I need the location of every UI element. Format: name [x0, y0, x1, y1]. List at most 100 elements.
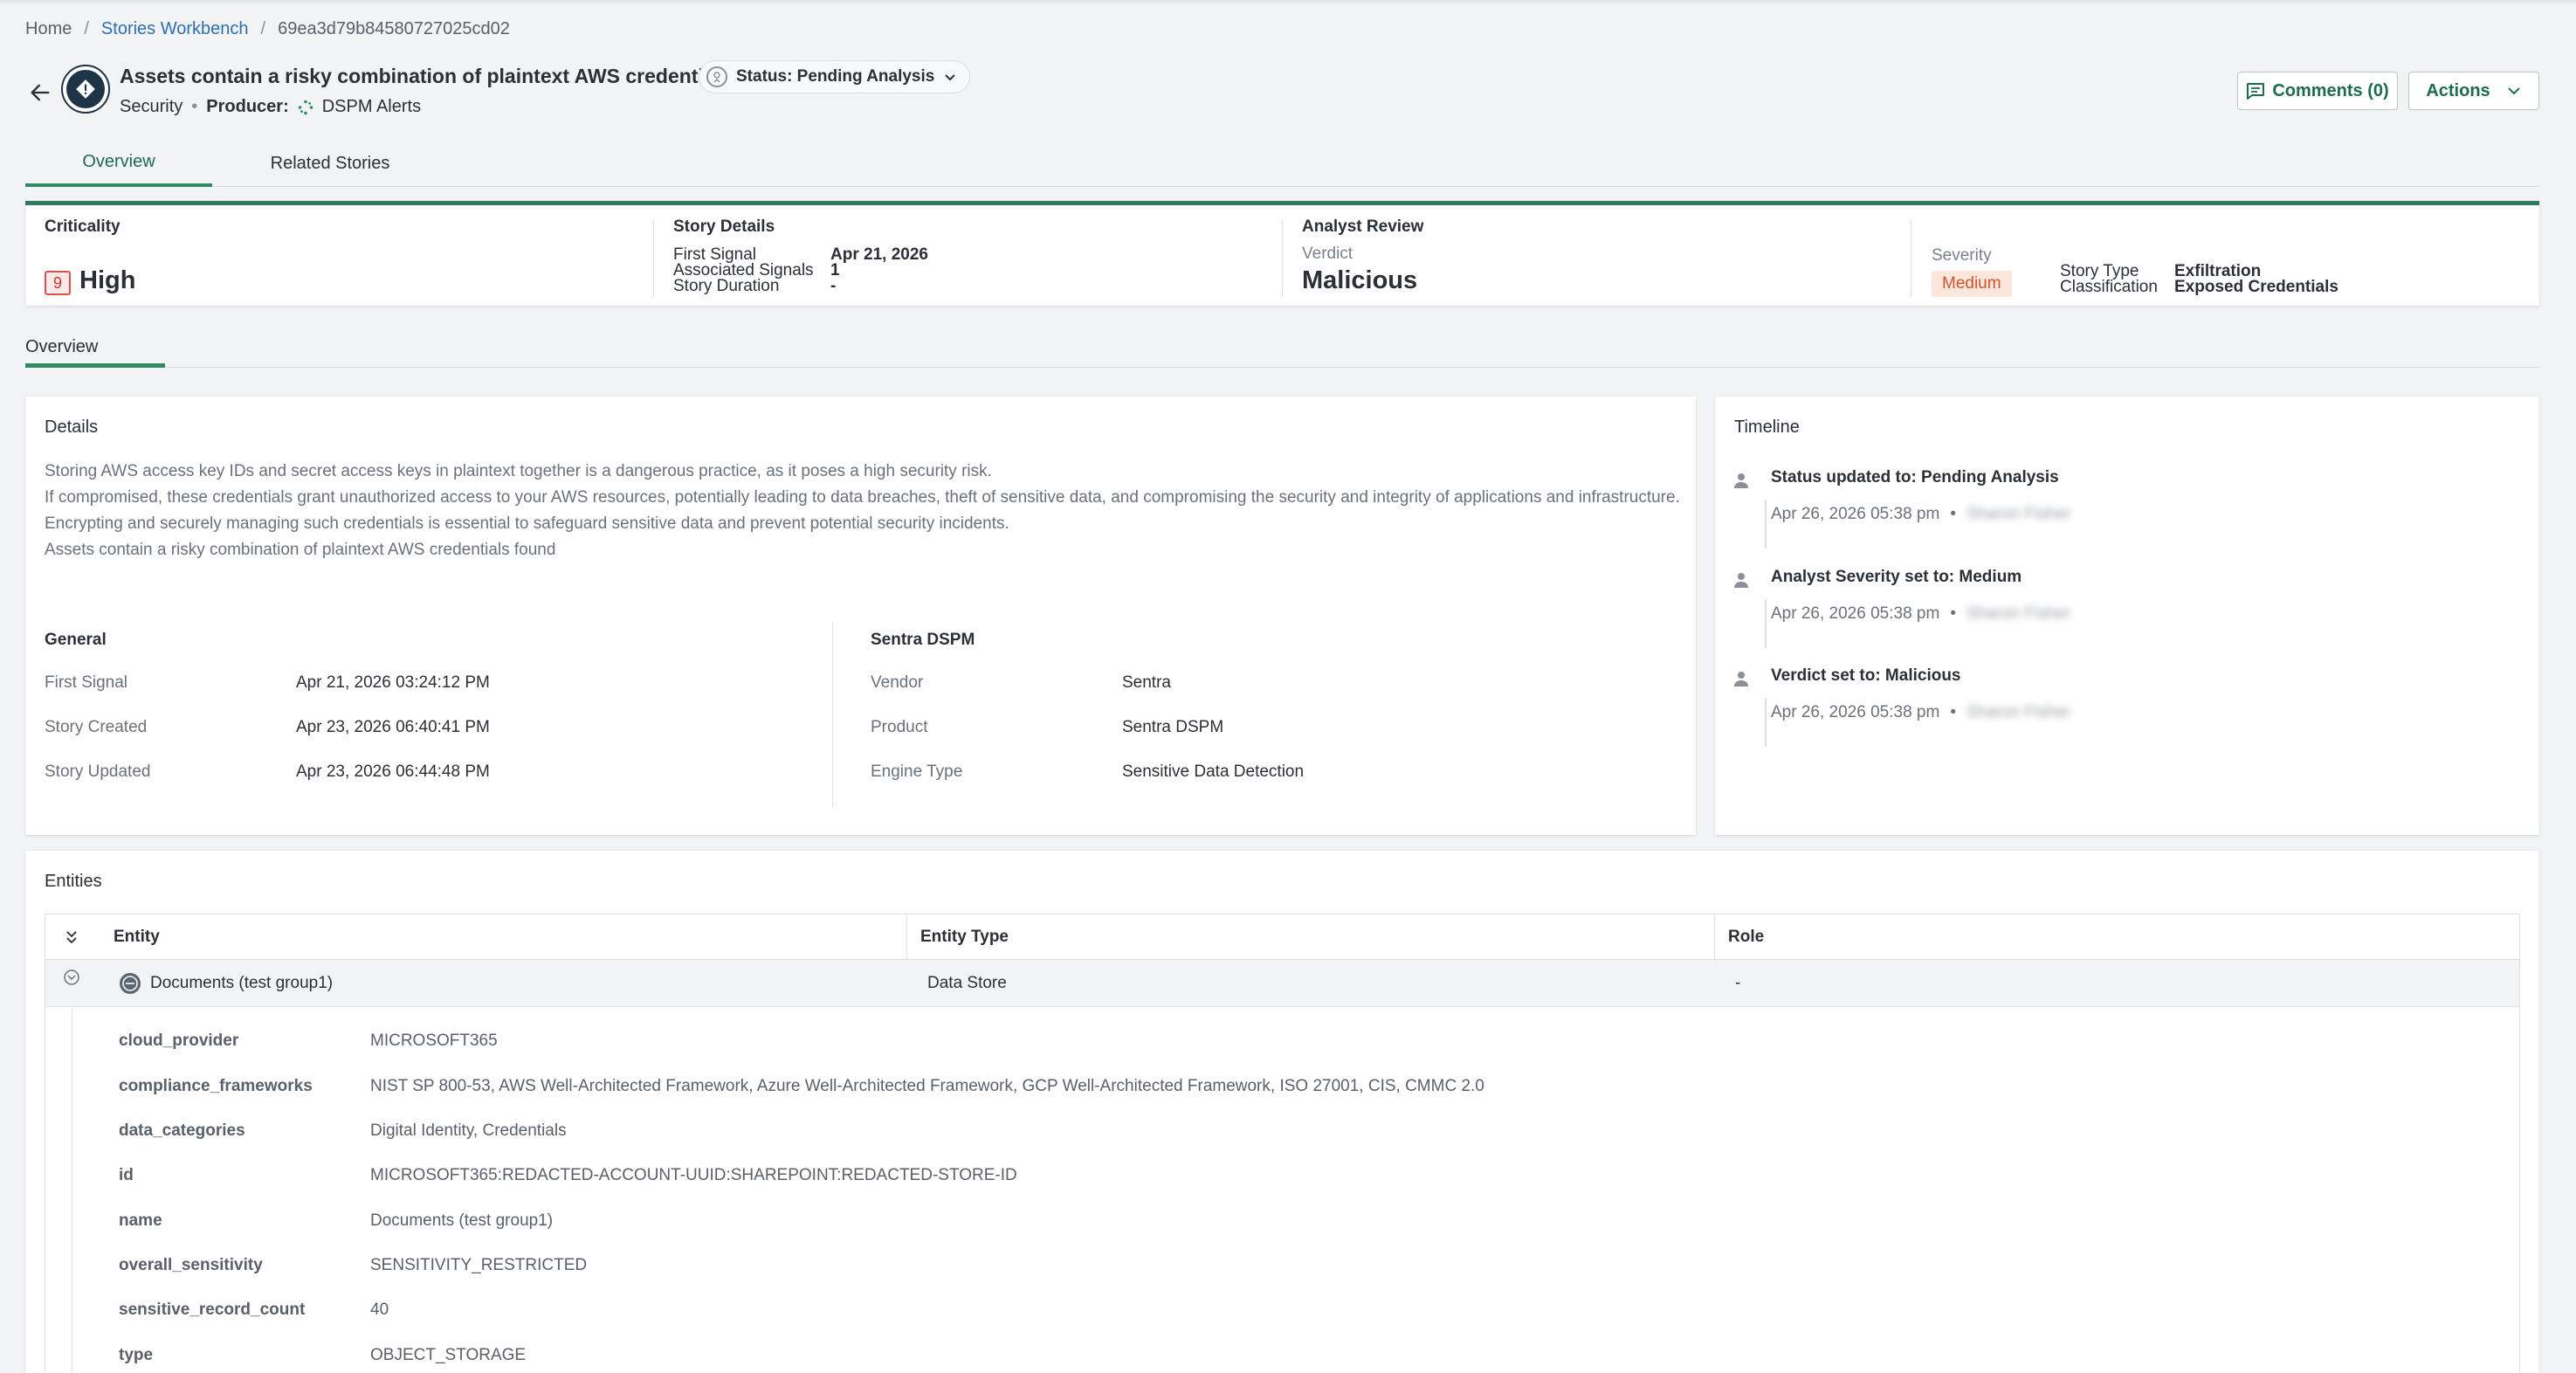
timeline-line — [1765, 698, 1767, 747]
vendor-row-value: Sensitive Data Detection — [1122, 762, 1305, 781]
severity-badge: Medium — [1932, 271, 2012, 297]
timeline-item-title: Status updated to: Pending Analysis — [1771, 468, 2059, 486]
timeline-item-user: Sharon Fisher — [1966, 505, 2071, 523]
actions-button-label: Actions — [2426, 80, 2490, 100]
divider — [832, 622, 833, 807]
actions-button[interactable]: Actions — [2408, 72, 2539, 110]
subtab-overview[interactable]: Overview — [25, 332, 165, 368]
chevron-down-icon — [945, 74, 956, 81]
data-store-icon — [120, 973, 141, 994]
general-row-label: Story Updated — [45, 762, 151, 781]
general-row-label: Story Created — [45, 718, 148, 736]
entity-cell: Documents (test group1) — [119, 960, 333, 1007]
spinner-icon — [298, 100, 313, 114]
vendor-section-heading: Sentra DSPM — [871, 631, 975, 649]
analyst-review-heading: Analyst Review — [1302, 217, 1424, 236]
story-details-heading: Story Details — [673, 217, 775, 236]
timeline-item-user: Sharon Fisher — [1966, 604, 2071, 623]
details-paragraph: If compromised, these credentials grant … — [45, 488, 1680, 507]
column-header-role[interactable]: Role — [1728, 914, 1764, 960]
timeline-item-title: Analyst Severity set to: Medium — [1771, 568, 2022, 586]
entity-type-cell: Data Store — [927, 974, 1007, 992]
alert-diamond-icon — [61, 65, 110, 114]
attribute-value: NIST SP 800-53, AWS Well-Architected Fra… — [370, 1077, 1484, 1095]
main-tabs: Overview Related Stories — [25, 140, 2539, 187]
attribute-key: sensitive_record_count — [119, 1301, 306, 1319]
separator-dot: • — [191, 97, 198, 116]
verdict-value: Malicious — [1302, 266, 1418, 294]
top-shadow — [0, 0, 2576, 5]
entities-heading: Entities — [45, 872, 102, 891]
classification-label: Classification — [2060, 278, 2158, 296]
attribute-value: MICROSOFT365:REDACTED-ACCOUNT-UUID:SHARE… — [370, 1166, 1017, 1184]
timeline-separator: • — [1950, 703, 1956, 721]
attribute-value: OBJECT_STORAGE — [370, 1346, 527, 1364]
details-card: Details Storing AWS access key IDs and s… — [25, 397, 1696, 835]
attribute-key: cloud_provider — [119, 1031, 239, 1050]
story-duration-value: - — [830, 277, 837, 295]
attribute-value: 40 — [370, 1301, 389, 1319]
timeline-item-user: Sharon Fisher — [1966, 703, 2071, 721]
timeline-item-meta: Apr 26, 2026 05:38 pm • Sharon Fisher — [1771, 703, 2070, 722]
attribute-key: compliance_frameworks — [119, 1077, 313, 1095]
category-label: Security — [120, 97, 183, 116]
timeline-item-title: Verdict set to: Malicious — [1771, 666, 1961, 685]
breadcrumb-separator: / — [84, 19, 89, 38]
timeline-item-time: Apr 26, 2026 05:38 pm — [1771, 604, 1940, 623]
user-icon — [1734, 672, 1748, 686]
criticality-value: High — [79, 266, 136, 294]
summary-card: Criticality 9 High Story Details First S… — [25, 201, 2539, 306]
table-row[interactable]: Documents (test group1) Data Store - — [45, 960, 2519, 1007]
vendor-row-label: Vendor — [871, 673, 924, 692]
timeline-line — [1765, 500, 1767, 549]
comments-button[interactable]: Comments (0) — [2237, 72, 2398, 110]
breadcrumb-separator: / — [260, 19, 266, 38]
attribute-value: MICROSOFT365 — [370, 1031, 498, 1050]
details-paragraph: Assets contain a risky combination of pl… — [45, 541, 556, 559]
table-header: Entity Entity Type Role — [45, 914, 2519, 960]
breadcrumb-stories-workbench[interactable]: Stories Workbench — [101, 19, 249, 39]
user-icon — [1734, 573, 1748, 588]
vendor-row-value: Sentra — [1122, 673, 1171, 692]
timeline-line — [1765, 599, 1767, 648]
chevron-circle-icon[interactable] — [63, 969, 80, 986]
divider — [653, 221, 654, 298]
status-dropdown[interactable]: Status: Pending Analysis — [699, 60, 971, 93]
breadcrumb-home[interactable]: Home — [25, 19, 72, 39]
details-description: Storing AWS access key IDs and secret ac… — [45, 459, 1686, 563]
timeline-item-meta: Apr 26, 2026 05:38 pm • Sharon Fisher — [1771, 505, 2070, 524]
arrow-left-icon[interactable] — [28, 80, 52, 105]
comments-button-label: Comments (0) — [2272, 80, 2389, 100]
breadcrumb-story-id: 69ea3d79b84580727025cd02 — [278, 19, 510, 38]
producer-link[interactable]: DSPM Alerts — [322, 97, 421, 117]
severity-label: Severity — [1932, 246, 1992, 265]
entities-card: Entities Entity Entity Type Role Documen… — [25, 851, 2539, 1373]
column-header-entity[interactable]: Entity — [114, 914, 160, 960]
general-row-label: First Signal — [45, 673, 128, 692]
status-badge-icon — [706, 66, 727, 87]
general-row-value: Apr 21, 2026 03:24:12 PM — [296, 673, 490, 692]
user-icon — [1734, 473, 1748, 488]
attribute-key: overall_sensitivity — [119, 1256, 263, 1274]
details-paragraph: Storing AWS access key IDs and secret ac… — [45, 462, 992, 480]
verdict-label: Verdict — [1302, 245, 1353, 263]
role-cell: - — [1735, 974, 1741, 992]
attribute-key: id — [119, 1166, 134, 1184]
tab-overview[interactable]: Overview — [25, 140, 212, 187]
criticality-heading: Criticality — [45, 217, 121, 236]
details-paragraph: Encrypting and securely managing such cr… — [45, 514, 1009, 533]
attribute-key: type — [119, 1346, 154, 1364]
attribute-key: data_categories — [119, 1121, 245, 1140]
details-heading: Details — [45, 417, 99, 437]
general-heading: General — [45, 631, 107, 649]
breadcrumb: Home / Stories Workbench / 69ea3d79b8458… — [25, 19, 510, 39]
page-title: Assets contain a risky combination of pl… — [120, 65, 732, 87]
column-header-entity-type[interactable]: Entity Type — [920, 914, 1009, 960]
producer-label: Producer: — [206, 97, 289, 116]
comment-icon — [2247, 83, 2265, 100]
first-signal-value: Apr 21, 2026 — [830, 245, 928, 264]
entity-name: Documents (test group1) — [150, 974, 334, 992]
story-subtitle: Security • Producer: DSPM Alerts — [120, 97, 421, 117]
double-chevron-icon[interactable] — [65, 929, 79, 945]
tab-related-stories[interactable]: Related Stories — [212, 140, 448, 187]
